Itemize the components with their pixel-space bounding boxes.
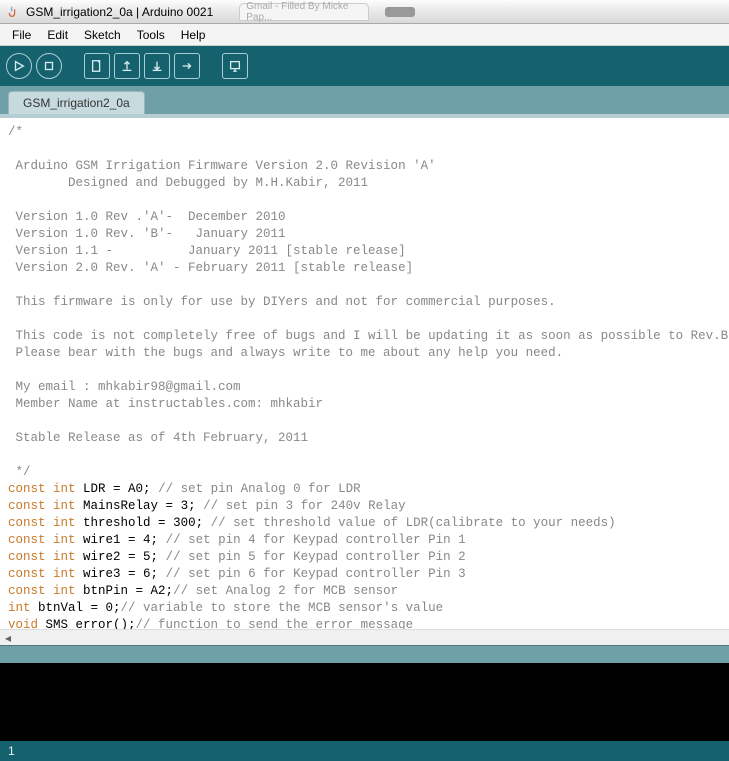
code-text: btnPin = A2;	[76, 584, 174, 598]
code-type: int	[53, 516, 76, 530]
line-number: 1	[8, 744, 15, 758]
code-comment: Version 1.0 Rev .'A'- December 2010	[8, 210, 286, 224]
console	[0, 663, 729, 741]
code-type: int	[53, 533, 76, 547]
code-comment: Version 1.1 - January 2011 [stable relea…	[8, 244, 406, 258]
code-comment: // set pin 6 for Keypad controller Pin 3	[158, 567, 466, 581]
save-button[interactable]	[144, 53, 170, 79]
code-comment: // set pin 4 for Keypad controller Pin 1	[158, 533, 466, 547]
code-keyword: const	[8, 482, 46, 496]
statusbar: 1	[0, 741, 729, 761]
code-text: wire1 = 4;	[76, 533, 159, 547]
code-comment: Please bear with the bugs and always wri…	[8, 346, 563, 360]
code-comment: // set Analog 2 for MCB sensor	[173, 584, 398, 598]
code-comment: This code is not completely free of bugs…	[8, 329, 728, 343]
code-type: int	[53, 550, 76, 564]
menubar: File Edit Sketch Tools Help	[0, 24, 729, 46]
code-text: btnVal = 0;	[31, 601, 121, 615]
code-comment: Member Name at instructables.com: mhkabi…	[8, 397, 323, 411]
serial-monitor-button[interactable]	[222, 53, 248, 79]
menu-file[interactable]: File	[4, 26, 39, 44]
code-comment: // function to send the error message	[136, 618, 414, 629]
menu-edit[interactable]: Edit	[39, 26, 76, 44]
stop-button[interactable]	[36, 53, 62, 79]
code-type: int	[53, 584, 76, 598]
code-keyword: const	[8, 499, 46, 513]
code-comment: // set pin 5 for Keypad controller Pin 2	[158, 550, 466, 564]
code-text: MainsRelay = 3;	[76, 499, 196, 513]
code-keyword: const	[8, 550, 46, 564]
code-text: LDR = A0;	[76, 482, 151, 496]
code-text: threshold = 300;	[76, 516, 204, 530]
code-comment: Arduino GSM Irrigation Firmware Version …	[8, 159, 436, 173]
code-comment: Version 1.0 Rev. 'B'- January 2011	[8, 227, 286, 241]
code-comment: This firmware is only for use by DIYers …	[8, 295, 556, 309]
tabbar: GSM_irrigation2_0a	[0, 86, 729, 114]
new-button[interactable]	[84, 53, 110, 79]
scroll-left-arrow[interactable]: ◂	[0, 631, 16, 645]
sketch-tab[interactable]: GSM_irrigation2_0a	[8, 91, 145, 114]
code-text: wire2 = 5;	[76, 550, 159, 564]
background-window-tab: Gmail - Filled By Micke Pap...	[239, 3, 369, 21]
code-type: int	[8, 601, 31, 615]
code-text: SMS_error();	[38, 618, 136, 629]
upload-button[interactable]	[174, 53, 200, 79]
code-comment: // set pin 3 for 240v Relay	[196, 499, 406, 513]
code-comment: // set pin Analog 0 for LDR	[151, 482, 361, 496]
code-comment: /*	[8, 125, 23, 139]
code-comment: Stable Release as of 4th February, 2011	[8, 431, 308, 445]
window-title: GSM_irrigation2_0a | Arduino 0021	[26, 5, 213, 19]
code-comment: // variable to store the MCB sensor's va…	[121, 601, 444, 615]
menu-sketch[interactable]: Sketch	[76, 26, 129, 44]
code-keyword: const	[8, 567, 46, 581]
code-text: wire3 = 6;	[76, 567, 159, 581]
console-header	[0, 645, 729, 663]
menu-help[interactable]: Help	[173, 26, 214, 44]
verify-button[interactable]	[6, 53, 32, 79]
code-editor[interactable]: /* Arduino GSM Irrigation Firmware Versi…	[0, 118, 729, 629]
code-comment: // set threshold value of LDR(calibrate …	[203, 516, 616, 530]
code-comment: My email : mhkabir98@gmail.com	[8, 380, 241, 394]
java-icon	[4, 4, 20, 20]
horizontal-scrollbar[interactable]: ◂	[0, 629, 729, 645]
code-comment: Version 2.0 Rev. 'A' - February 2011 [st…	[8, 261, 413, 275]
code-type: int	[53, 567, 76, 581]
code-keyword: void	[8, 618, 38, 629]
code-type: int	[53, 482, 76, 496]
menu-tools[interactable]: Tools	[129, 26, 173, 44]
code-comment: Designed and Debugged by M.H.Kabir, 2011	[8, 176, 368, 190]
code-comment: */	[8, 465, 31, 479]
code-keyword: const	[8, 516, 46, 530]
window-titlebar: GSM_irrigation2_0a | Arduino 0021 Gmail …	[0, 0, 729, 24]
toolbar	[0, 46, 729, 86]
open-button[interactable]	[114, 53, 140, 79]
background-blob	[385, 7, 415, 17]
code-type: int	[53, 499, 76, 513]
background-window-label: Gmail - Filled By Micke Pap...	[246, 1, 362, 23]
code-keyword: const	[8, 584, 46, 598]
code-keyword: const	[8, 533, 46, 547]
